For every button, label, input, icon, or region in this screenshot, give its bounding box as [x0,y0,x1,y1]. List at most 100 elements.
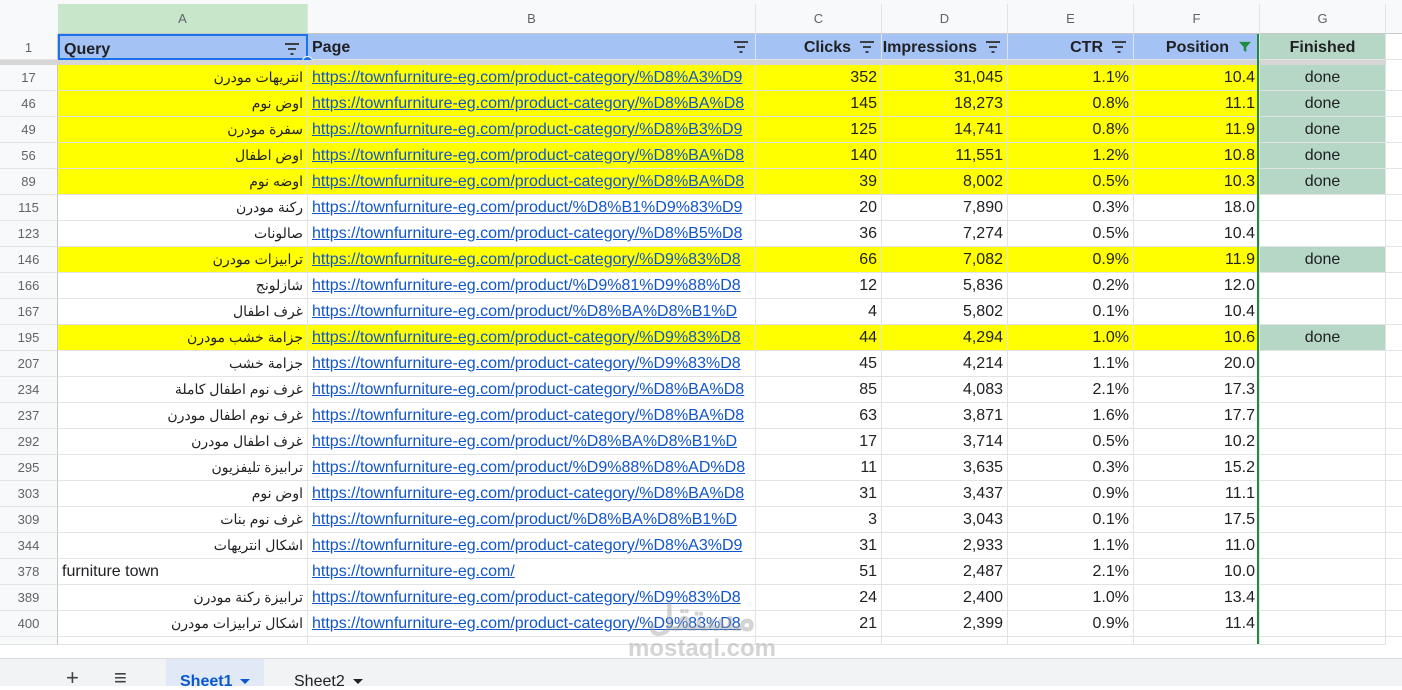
ctr-cell[interactable]: 0.3% [1008,455,1134,481]
ctr-cell[interactable]: 2.1% [1008,559,1134,585]
position-cell[interactable]: 11.1 [1134,481,1260,507]
column-header-f[interactable]: F [1134,4,1260,34]
page-cell[interactable]: https://townfurniture-eg.com/product/%D8… [308,429,756,455]
position-cell[interactable]: 10.8 [1134,143,1260,169]
finished-cell[interactable]: done [1260,65,1386,91]
position-cell[interactable]: 12.0 [1134,273,1260,299]
position-cell[interactable]: 17.5 [1134,507,1260,533]
clicks-cell[interactable]: 36 [756,221,882,247]
empty-cell[interactable] [1386,91,1402,117]
position-cell[interactable]: 11.9 [1134,117,1260,143]
finished-cell[interactable] [1260,299,1386,325]
position-cell[interactable]: 10.4 [1134,65,1260,91]
row-number[interactable]: 89 [0,169,58,195]
row-number[interactable]: 115 [0,195,58,221]
empty-cell[interactable] [1386,117,1402,143]
row-number[interactable]: 295 [0,455,58,481]
impressions-cell[interactable]: 3,714 [882,429,1008,455]
ctr-cell[interactable]: 0.5% [1008,429,1134,455]
empty-cell[interactable] [1386,169,1402,195]
all-sheets-menu-icon[interactable]: ≡ [114,667,127,689]
ctr-cell[interactable]: 0.1% [1008,299,1134,325]
filter-icon[interactable] [284,43,300,55]
page-cell[interactable]: https://townfurniture-eg.com/product-cat… [308,325,756,351]
impressions-cell[interactable]: 2,933 [882,533,1008,559]
header-cell-clicks[interactable]: Clicks [756,34,882,60]
impressions-cell[interactable]: 2,487 [882,559,1008,585]
row-number[interactable]: 49 [0,117,58,143]
page-cell[interactable]: https://townfurniture-eg.com/product-cat… [308,403,756,429]
ctr-cell[interactable]: 0.1% [1008,507,1134,533]
query-cell[interactable]: اوضه نوم [58,169,308,195]
clicks-cell[interactable]: 44 [756,325,882,351]
chevron-down-icon[interactable] [352,679,363,685]
ctr-cell[interactable]: 1.1% [1008,351,1134,377]
empty-cell[interactable] [58,637,308,645]
position-cell[interactable]: 11.9 [1134,247,1260,273]
query-cell[interactable]: اوض اطفال [58,143,308,169]
clicks-cell[interactable]: 45 [756,351,882,377]
empty-cell[interactable] [1386,221,1402,247]
clicks-cell[interactable]: 352 [756,65,882,91]
empty-cell[interactable] [1386,65,1402,91]
column-header-c[interactable]: C [756,4,882,34]
clicks-cell[interactable]: 85 [756,377,882,403]
header-cell-ctr[interactable]: CTR [1008,34,1134,60]
finished-cell[interactable] [1260,221,1386,247]
empty-cell[interactable] [1386,585,1402,611]
position-cell[interactable]: 11.0 [1134,533,1260,559]
clicks-cell[interactable]: 4 [756,299,882,325]
impressions-cell[interactable]: 18,273 [882,91,1008,117]
tab-sheet1[interactable]: Sheet1 [166,659,265,686]
position-cell[interactable]: 17.7 [1134,403,1260,429]
query-cell[interactable]: ركنة مودرن [58,195,308,221]
query-cell[interactable]: شازلونج [58,273,308,299]
ctr-cell[interactable]: 1.0% [1008,325,1134,351]
page-link[interactable]: https://townfurniture-eg.com/ [312,563,515,580]
row-number[interactable]: 292 [0,429,58,455]
row-number[interactable]: 309 [0,507,58,533]
empty-cell[interactable] [1386,377,1402,403]
ctr-cell[interactable]: 0.8% [1008,117,1134,143]
empty-cell[interactable] [1386,195,1402,221]
row-number[interactable]: 1 [0,34,58,60]
header-cell-page[interactable]: Page [308,34,756,60]
filter-icon[interactable] [859,41,875,53]
empty-cell[interactable] [1386,403,1402,429]
empty-cell[interactable] [1386,273,1402,299]
empty-cell[interactable] [0,637,58,645]
filter-icon[interactable] [985,41,1001,53]
finished-cell[interactable] [1260,533,1386,559]
impressions-cell[interactable]: 8,002 [882,169,1008,195]
page-cell[interactable]: https://townfurniture-eg.com/product/%D8… [308,299,756,325]
impressions-cell[interactable]: 7,274 [882,221,1008,247]
add-sheet-button[interactable]: + [66,667,79,689]
impressions-cell[interactable]: 3,635 [882,455,1008,481]
column-header-d[interactable]: D [882,4,1008,34]
impressions-cell[interactable]: 3,871 [882,403,1008,429]
column-header-g[interactable]: G [1260,4,1386,34]
page-cell[interactable]: https://townfurniture-eg.com/product/%D8… [308,507,756,533]
clicks-cell[interactable]: 66 [756,247,882,273]
page-cell[interactable]: https://townfurniture-eg.com/product-cat… [308,117,756,143]
page-cell[interactable]: https://townfurniture-eg.com/product-cat… [308,221,756,247]
clicks-cell[interactable]: 20 [756,195,882,221]
finished-cell[interactable] [1260,585,1386,611]
page-cell[interactable]: https://townfurniture-eg.com/product/%D9… [308,273,756,299]
page-link[interactable]: https://townfurniture-eg.com/product-cat… [312,407,744,424]
position-cell[interactable]: 18.0 [1134,195,1260,221]
impressions-cell[interactable]: 14,741 [882,117,1008,143]
empty-cell[interactable] [1386,533,1402,559]
header-cell-query[interactable]: Query [58,34,308,60]
row-number[interactable]: 234 [0,377,58,403]
page-cell[interactable]: https://townfurniture-eg.com/product-cat… [308,91,756,117]
filter-active-icon[interactable] [1237,41,1253,53]
page-link[interactable]: https://townfurniture-eg.com/product/%D8… [312,433,737,450]
query-cell[interactable]: صالونات [58,221,308,247]
clicks-cell[interactable]: 12 [756,273,882,299]
query-cell[interactable]: غرف نوم بنات [58,507,308,533]
position-cell[interactable]: 10.4 [1134,299,1260,325]
empty-cell[interactable] [1386,429,1402,455]
finished-cell[interactable] [1260,611,1386,637]
query-cell[interactable]: ترابيزة تليفزيون [58,455,308,481]
